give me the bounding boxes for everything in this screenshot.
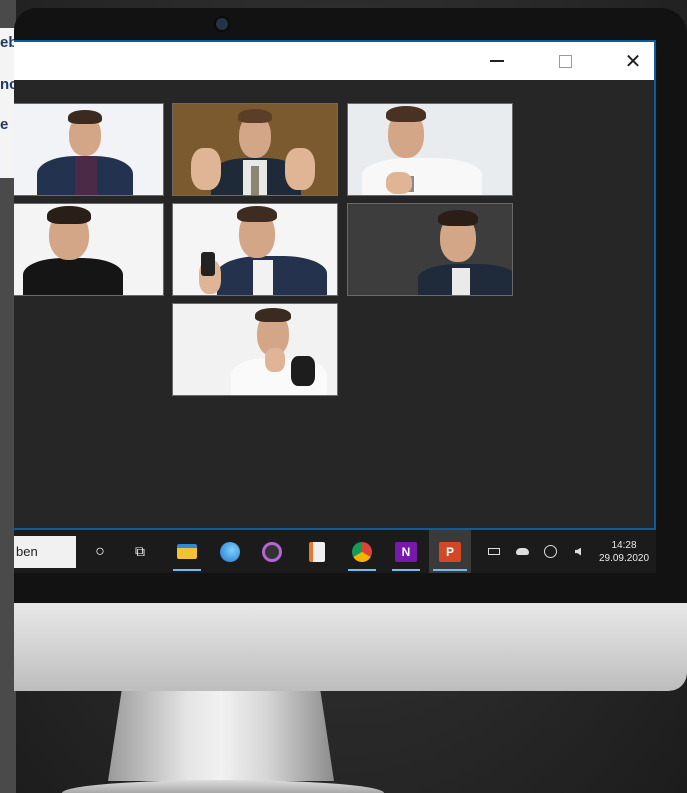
participant-hair	[438, 210, 478, 226]
participant-hair	[238, 109, 272, 123]
edge-button[interactable]	[212, 530, 248, 573]
participant-body	[23, 258, 123, 295]
participant-hand	[386, 172, 412, 194]
maximize-button[interactable]	[542, 42, 588, 80]
onedrive-button[interactable]	[512, 530, 532, 573]
onenote-button[interactable]: N	[388, 530, 424, 573]
participant-hair	[47, 206, 91, 224]
clock-date: 29.09.2020	[598, 553, 650, 564]
participant-tile-1[interactable]	[14, 103, 164, 196]
monitor: ✕ ben ○ ⧉ N P 14:28 29.09.2020	[14, 8, 687, 691]
monitor-chin	[14, 603, 687, 691]
participant-jacket	[291, 356, 315, 386]
search-input-text: ben	[16, 544, 38, 559]
media-player-button[interactable]	[254, 530, 290, 573]
cortana-button[interactable]: ○	[82, 530, 118, 573]
task-view-button[interactable]: ⧉	[122, 530, 158, 573]
close-icon: ✕	[624, 50, 642, 73]
battery-icon	[488, 548, 500, 555]
participant-hand	[191, 148, 221, 190]
clock-time: 14:28	[611, 540, 637, 551]
webcam-icon	[216, 18, 228, 30]
powerpoint-button[interactable]: P	[429, 530, 471, 573]
search-box[interactable]: ben	[14, 536, 76, 568]
screen: ✕ ben ○ ⧉ N P 14:28 29.09.2020	[14, 40, 656, 573]
participant-shirt	[253, 260, 273, 295]
participant-hand	[285, 148, 315, 190]
participant-hand	[265, 348, 285, 372]
participant-tile-5[interactable]	[172, 203, 338, 296]
task-view-icon: ⧉	[135, 543, 145, 559]
participant-hair	[68, 110, 102, 124]
onenote-icon: N	[395, 541, 417, 562]
impress-button[interactable]	[299, 530, 335, 573]
participant-hair	[386, 106, 426, 122]
phone-icon	[201, 252, 215, 276]
impress-icon	[309, 541, 325, 562]
participant-hair	[255, 308, 291, 322]
minimize-button[interactable]	[474, 42, 520, 80]
maximize-icon	[558, 54, 572, 68]
close-button[interactable]: ✕	[610, 42, 656, 80]
video-call-window: ✕	[14, 40, 656, 530]
volume-button[interactable]	[568, 530, 588, 573]
edge-icon	[220, 541, 240, 562]
chrome-icon	[352, 541, 372, 562]
media-player-icon	[262, 541, 282, 562]
volume-icon	[575, 547, 581, 556]
file-explorer-button[interactable]	[169, 530, 205, 573]
participant-tile-3[interactable]	[347, 103, 513, 196]
participant-tile-2[interactable]	[172, 103, 338, 196]
participant-tile-7[interactable]	[172, 303, 338, 396]
chrome-button[interactable]	[344, 530, 380, 573]
onedrive-icon	[515, 548, 529, 555]
participant-tile-6[interactable]	[347, 203, 513, 296]
minimize-icon	[490, 60, 504, 62]
clock[interactable]: 14:28 29.09.2020	[594, 539, 654, 565]
participant-shirt	[75, 156, 97, 195]
window-titlebar: ✕	[14, 42, 654, 80]
participant-hair	[237, 206, 277, 222]
background-text-fragment: e	[0, 116, 9, 133]
file-explorer-icon	[177, 544, 197, 559]
powerpoint-icon: P	[439, 541, 461, 562]
network-button[interactable]	[540, 530, 560, 573]
participant-shirt	[452, 268, 470, 295]
participant-body	[362, 158, 482, 195]
taskbar: ben ○ ⧉ N P 14:28 29.09.2020	[14, 530, 656, 573]
participant-tie	[251, 166, 259, 195]
network-icon	[543, 545, 557, 558]
cortana-icon: ○	[95, 542, 105, 560]
battery-button[interactable]	[484, 530, 504, 573]
participant-tile-4[interactable]	[14, 203, 164, 296]
monitor-stand	[108, 691, 334, 781]
